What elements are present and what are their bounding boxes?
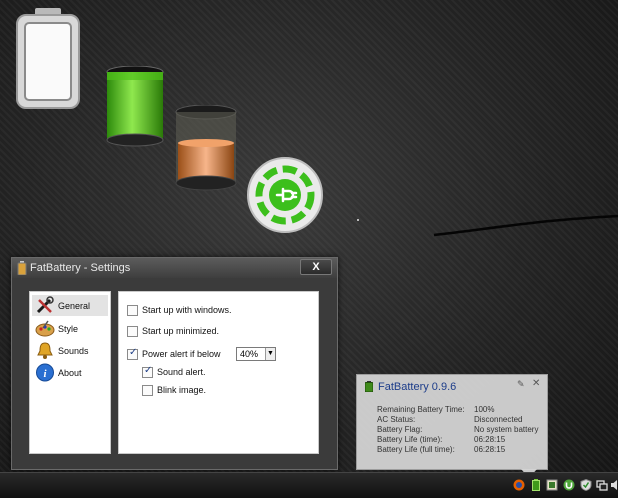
info-value: 06:28:15 (474, 445, 506, 454)
settings-window: FatBattery - Settings X General Style So… (11, 257, 338, 470)
power-alert-threshold-select[interactable]: 40% ▼ (236, 347, 276, 361)
info-row: AC Status: Disconnected (377, 415, 545, 425)
option-label: Start up minimized. (142, 326, 220, 336)
nav-label: General (58, 301, 91, 311)
gadget-icon[interactable] (546, 479, 558, 491)
info-value: No system battery (474, 425, 539, 434)
bell-icon (37, 342, 53, 359)
close-icon[interactable]: ✕ (532, 378, 540, 389)
info-key: Battery Life (full time): (377, 445, 455, 454)
select-value: 40% (240, 349, 259, 359)
firefox-icon[interactable] (513, 479, 525, 491)
settings-nav: General Style Sounds i About (29, 291, 111, 454)
info-key: AC Status: (377, 415, 416, 424)
nav-item-style[interactable]: Style (32, 318, 108, 339)
info-row: Battery Life (time): 06:28:15 (377, 435, 545, 445)
battery-info-balloon: FatBattery 0.9.6 ✎ ✕ Remaining Battery T… (356, 374, 548, 478)
info-key: Battery Life (time): (377, 435, 443, 444)
info-value: 06:28:15 (474, 435, 506, 444)
taskbar (0, 472, 618, 498)
desktop-dot (357, 219, 359, 221)
palette-icon (35, 320, 55, 337)
shield-icon[interactable] (580, 479, 592, 491)
window-titlebar[interactable]: FatBattery - Settings X (12, 258, 337, 278)
balloon-title: FatBattery 0.9.6 (378, 381, 457, 393)
option-label: Blink image. (157, 385, 207, 395)
pin-icon[interactable]: ✎ (517, 379, 525, 390)
info-icon: i (36, 363, 54, 382)
startup-minimized-checkbox[interactable] (127, 326, 138, 337)
sound-alert-checkbox[interactable]: ✓ (142, 365, 153, 378)
chevron-down-icon[interactable]: ▼ (265, 348, 275, 360)
info-row: Battery Flag: No system battery (377, 425, 545, 435)
blink-image-checkbox[interactable] (142, 385, 153, 396)
power-plug-icon (247, 157, 323, 233)
nav-label: Sounds (58, 346, 89, 356)
battery-icon[interactable] (530, 479, 542, 491)
battery-app-icon (17, 261, 27, 275)
nav-label: About (58, 368, 82, 378)
tools-icon (36, 296, 54, 314)
checkmark-icon: ✓ (129, 347, 138, 358)
nav-item-sounds[interactable]: Sounds (32, 340, 108, 361)
info-row: Remaining Battery Time: 100% (377, 405, 545, 415)
power-alert-checkbox[interactable]: ✓ (127, 347, 138, 360)
half-battery-icon (175, 105, 237, 191)
option-label: Power alert if below (142, 349, 221, 359)
nav-item-about[interactable]: i About (32, 362, 108, 383)
info-key: Remaining Battery Time: (377, 405, 465, 414)
empty-battery-icon (16, 8, 80, 109)
info-value: Disconnected (474, 415, 523, 424)
info-key: Battery Flag: (377, 425, 423, 434)
network-icon[interactable] (596, 479, 608, 491)
option-label: Start up with windows. (142, 305, 232, 315)
utorrent-icon[interactable] (563, 479, 575, 491)
nav-label: Style (58, 324, 79, 334)
full-battery-icon (106, 66, 164, 147)
info-row: Battery Life (full time): 06:28:15 (377, 445, 545, 455)
window-title: FatBattery - Settings (30, 262, 131, 274)
info-value: 100% (474, 405, 495, 414)
options-panel: Start up with windows. Start up minimize… (118, 291, 319, 454)
nav-item-general[interactable]: General (32, 295, 108, 316)
checkmark-icon: ✓ (144, 365, 153, 376)
startup-windows-checkbox[interactable] (127, 305, 138, 316)
close-button[interactable]: X (300, 259, 332, 275)
desktop-line-decoration (433, 214, 618, 237)
option-label: Sound alert. (157, 367, 206, 377)
battery-app-icon (365, 381, 373, 392)
speaker-icon[interactable] (611, 479, 618, 491)
